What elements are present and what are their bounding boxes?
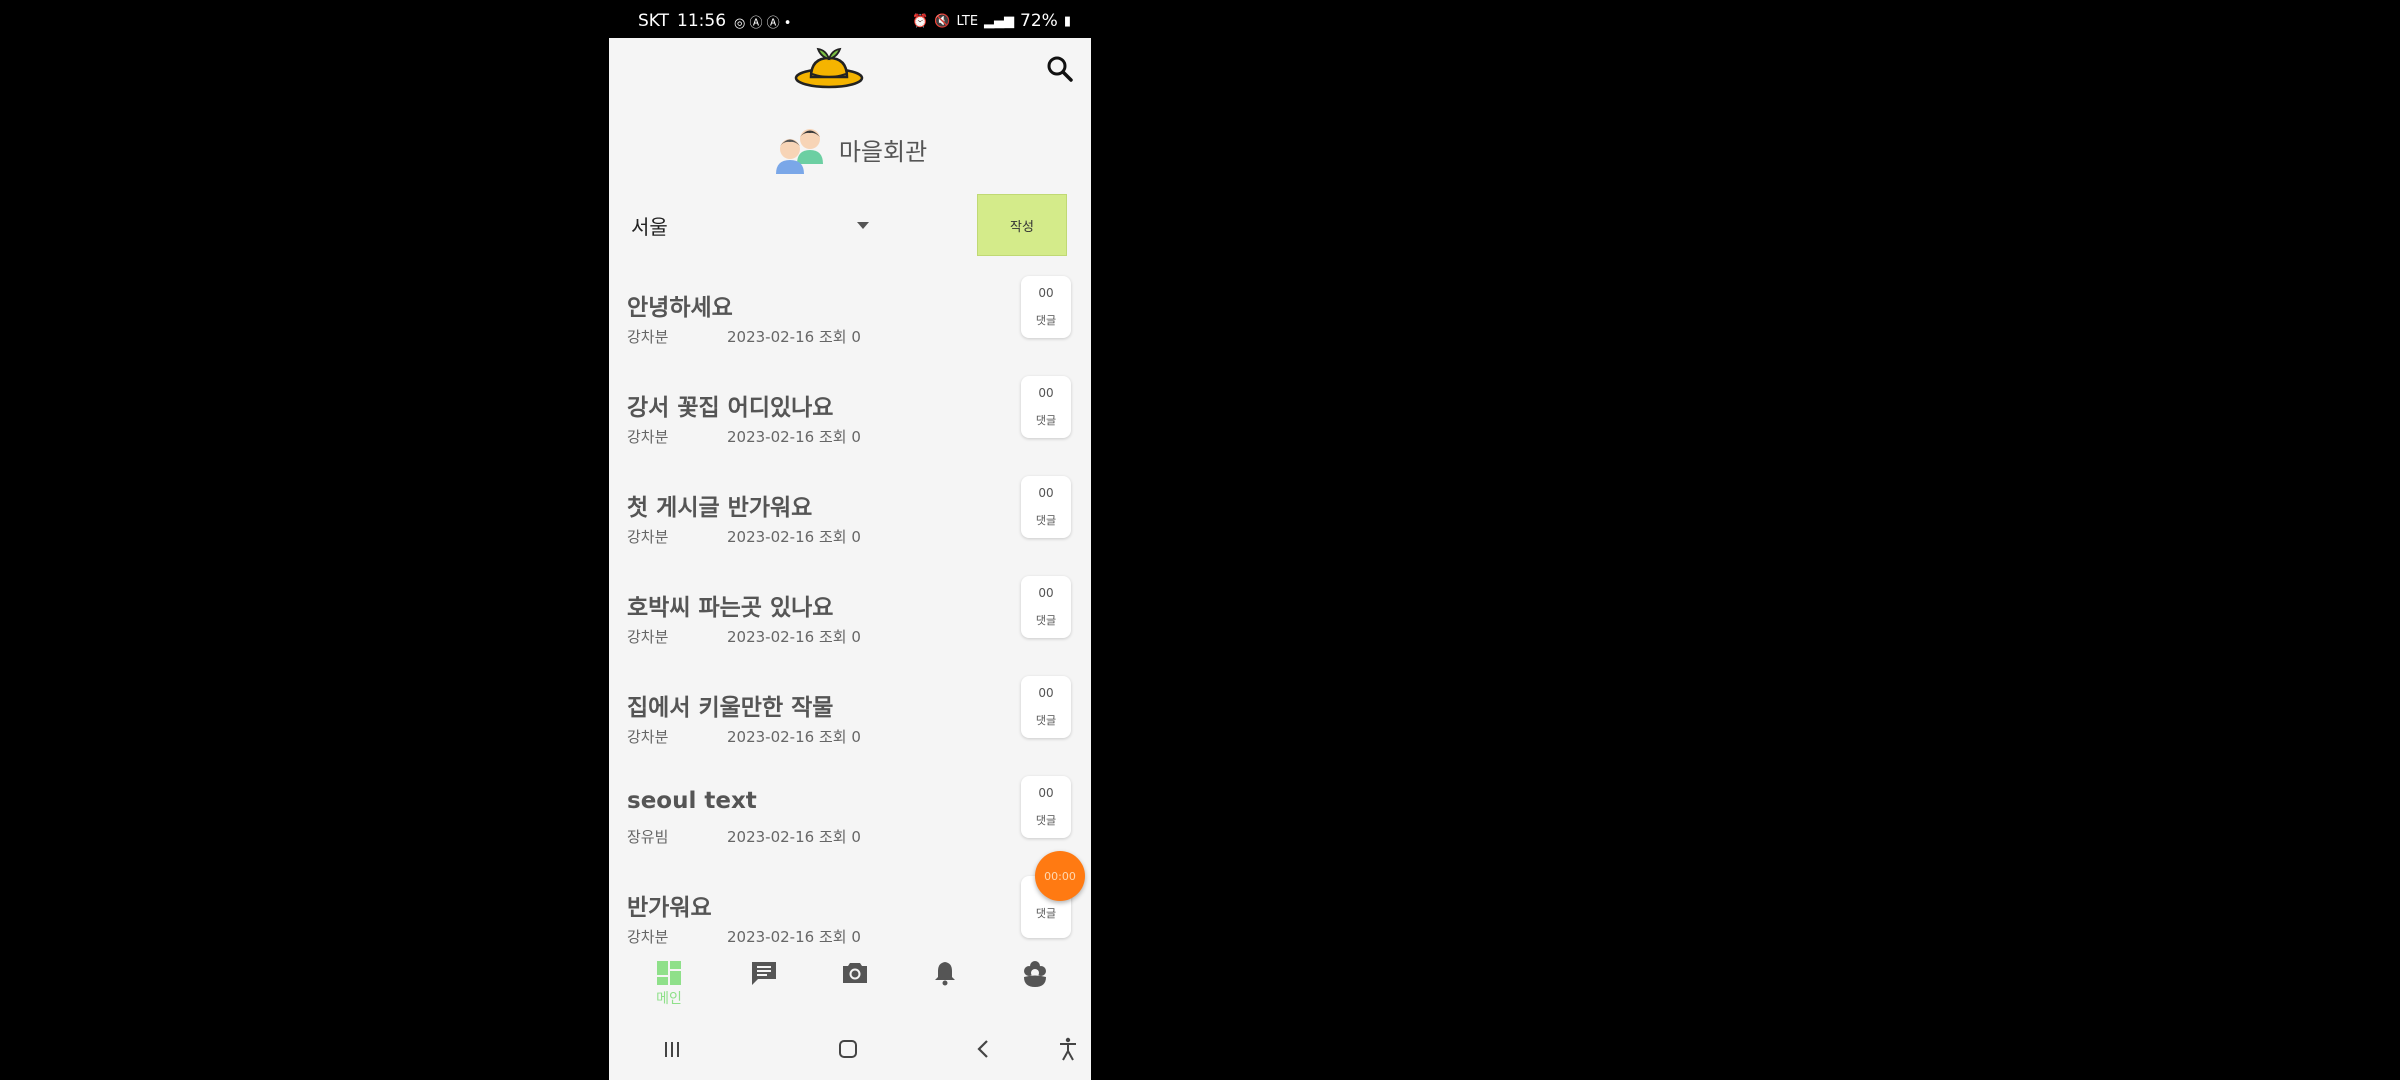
recent-apps-icon[interactable] [657,1034,687,1064]
battery-icon: ▮ [1063,13,1071,29]
notification-icons: ◎ Ⓐ Ⓐ • [734,15,792,31]
nav-camera[interactable] [825,960,885,986]
comment-label: 댓글 [1035,514,1057,527]
clock: 11:56 [677,11,727,31]
comment-count-box[interactable]: 00 댓글 [1021,776,1071,838]
status-bar: SKT 11:56 ◎ Ⓐ Ⓐ • ⏰ 🔇 LTE ▂▄▆ 72% ▮ [609,0,1091,38]
post-author: 강차분 [627,928,669,946]
post-title: 호박씨 파는곳 있나요 [627,595,834,621]
post-views-label: 조회 [818,628,847,646]
mute-icon: 🔇 [934,13,951,29]
nav-chat[interactable] [734,960,794,986]
carrier-label: SKT [638,11,670,31]
post-item[interactable]: seoul text 장유빔 2023-02-16 조회 0 00 댓글 [609,768,1091,868]
board-title: 마을회관 [838,137,928,166]
post-views: 0 [851,828,861,846]
comment-count-box[interactable]: 00 댓글 [1021,476,1071,538]
post-title: 반가워요 [627,895,712,921]
record-timer-button[interactable]: 00:00 [1035,851,1085,901]
post-title: 첫 게시글 반가워요 [627,495,813,521]
post-author: 강차분 [627,628,669,646]
comment-count: 00 [1038,486,1054,500]
alarm-icon: ⏰ [912,13,929,29]
comment-count: 00 [1038,286,1054,300]
comment-label: 댓글 [1035,714,1057,727]
comment-label: 댓글 [1035,614,1057,627]
comment-label: 댓글 [1035,907,1057,920]
post-title: 집에서 키울만한 작물 [627,695,834,721]
people-icon [775,129,823,174]
post-author: 장유빔 [627,828,669,846]
post-item[interactable]: 안녕하세요 강차분 2023-02-16 조회 0 00 댓글 [609,268,1091,368]
post-date: 2023-02-16 [727,428,815,446]
accessibility-icon[interactable] [1053,1034,1083,1064]
post-date: 2023-02-16 [727,728,815,746]
nav-garden[interactable] [1005,960,1065,988]
post-views-label: 조회 [818,528,847,546]
post-item[interactable]: 호박씨 파는곳 있나요 강차분 2023-02-16 조회 0 00 댓글 [609,568,1091,668]
comment-count-box[interactable]: 00 댓글 [1021,576,1071,638]
write-post-button[interactable]: 작성 [977,194,1067,256]
comment-count-box[interactable]: 00 댓글 [1021,676,1071,738]
post-views-label: 조회 [818,828,847,846]
network-label: LTE [956,13,979,29]
post-author: 강차분 [627,428,669,446]
nav-notifications[interactable] [915,960,975,986]
comment-count: 00 [1038,686,1054,700]
post-views-label: 조회 [818,328,847,346]
post-date: 2023-02-16 [727,828,815,846]
home-icon[interactable] [833,1034,863,1064]
board-header: 마을회관 [609,122,1091,176]
comment-label: 댓글 [1035,814,1057,827]
comment-count-box[interactable]: 00 댓글 [1021,276,1071,338]
comment-count: 00 [1038,786,1054,800]
straw-hat-logo-icon[interactable] [794,44,864,90]
bottom-nav: 메인 [609,952,1091,1018]
post-title: 강서 꽃집 어디있나요 [627,395,834,421]
post-title: seoul text [627,788,757,814]
post-views-label: 조회 [818,928,847,946]
search-icon[interactable] [1045,54,1075,84]
post-author: 강차분 [627,528,669,546]
post-views: 0 [851,528,861,546]
post-views: 0 [851,728,861,746]
post-date: 2023-02-16 [727,628,815,646]
dashboard-icon [657,961,681,985]
post-author: 강차분 [627,328,669,346]
post-item[interactable]: 집에서 키울만한 작물 강차분 2023-02-16 조회 0 00 댓글 [609,668,1091,768]
post-date: 2023-02-16 [727,328,815,346]
comment-count-box[interactable]: 00 댓글 [1021,376,1071,438]
comment-label: 댓글 [1035,314,1057,327]
post-date: 2023-02-16 [727,928,815,946]
flower-icon [1024,961,1046,987]
back-icon[interactable] [969,1034,999,1064]
post-views-label: 조회 [818,428,847,446]
nav-main-label: 메인 [656,991,682,1007]
post-views: 0 [851,428,861,446]
app-header [609,38,1091,102]
nav-main[interactable]: 메인 [639,960,699,1008]
post-item[interactable]: 강서 꽃집 어디있나요 강차분 2023-02-16 조회 0 00 댓글 [609,368,1091,468]
camera-icon [843,963,867,983]
post-item[interactable]: 첫 게시글 반가워요 강차분 2023-02-16 조회 0 00 댓글 [609,468,1091,568]
post-views: 0 [851,328,861,346]
chat-icon [752,962,776,985]
post-views-label: 조회 [818,728,847,746]
post-date: 2023-02-16 [727,528,815,546]
comment-count: 00 [1038,586,1054,600]
region-dropdown-value: 서울 [631,214,668,239]
caret-down-icon [857,222,869,229]
post-views: 0 [851,928,861,946]
signal-icon: ▂▄▆ [984,13,1015,29]
battery-level: 72% [1020,11,1058,31]
phone-screen: SKT 11:56 ◎ Ⓐ Ⓐ • ⏰ 🔇 LTE ▂▄▆ 72% ▮ 마을회관… [609,0,1091,1080]
post-views: 0 [851,628,861,646]
bell-icon [935,962,955,986]
post-author: 강차분 [627,728,669,746]
system-nav-bar [609,1018,1091,1080]
comment-count: 00 [1038,386,1054,400]
comment-label: 댓글 [1035,414,1057,427]
post-title: 안녕하세요 [627,295,733,321]
region-dropdown[interactable]: 서울 [627,200,877,250]
